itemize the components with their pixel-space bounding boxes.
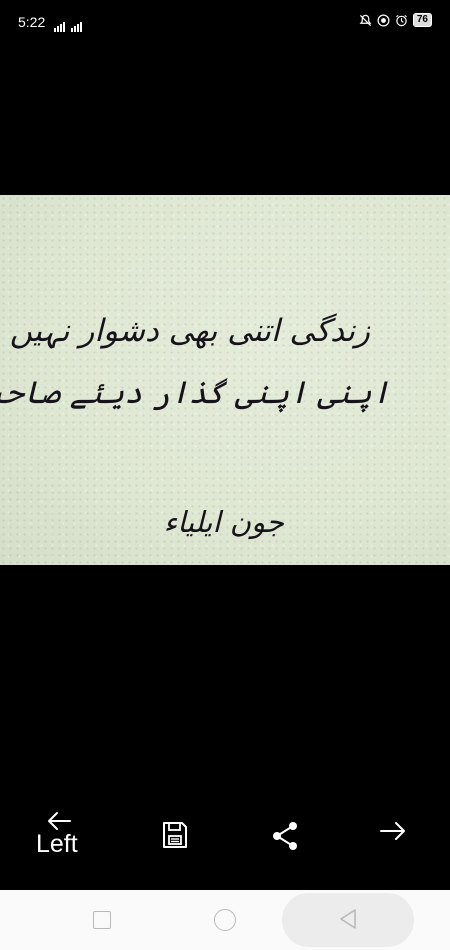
mute-icon [359, 14, 372, 26]
screen: 5:22 76 زندگی اتنی بھی دشوار نہیں اپنی ا… [0, 0, 450, 950]
left-arrow-icon [48, 812, 71, 830]
status-bar: 5:22 76 [0, 0, 450, 44]
left-button[interactable]: Left [36, 810, 96, 859]
recents-icon[interactable] [93, 911, 111, 929]
action-bar: Left [0, 800, 450, 890]
poetry-line-1: زندگی اتنی بھی دشوار نہیں [9, 313, 370, 349]
home-icon[interactable] [214, 909, 236, 931]
signal-icon [54, 16, 66, 32]
left-label: Left [36, 830, 78, 858]
share-icon[interactable] [270, 820, 300, 852]
save-icon[interactable] [161, 820, 189, 850]
battery-icon: 76 [412, 13, 432, 27]
signal-icon [71, 16, 83, 32]
poetry-line-2: اپنی اپنی گذار دیئے صاحب ۔ [0, 375, 390, 411]
data-icon [377, 14, 390, 26]
status-icons: 76 [359, 13, 432, 27]
status-time: 5:22 [18, 14, 46, 30]
poetry-image: زندگی اتنی بھی دشوار نہیں اپنی اپنی گذار… [0, 195, 450, 565]
back-icon[interactable] [338, 908, 358, 930]
poet-name: جون ایلیاء [163, 505, 284, 539]
right-arrow-icon[interactable] [378, 818, 408, 844]
alarm-icon [395, 14, 407, 26]
navigation-bar [0, 890, 450, 950]
